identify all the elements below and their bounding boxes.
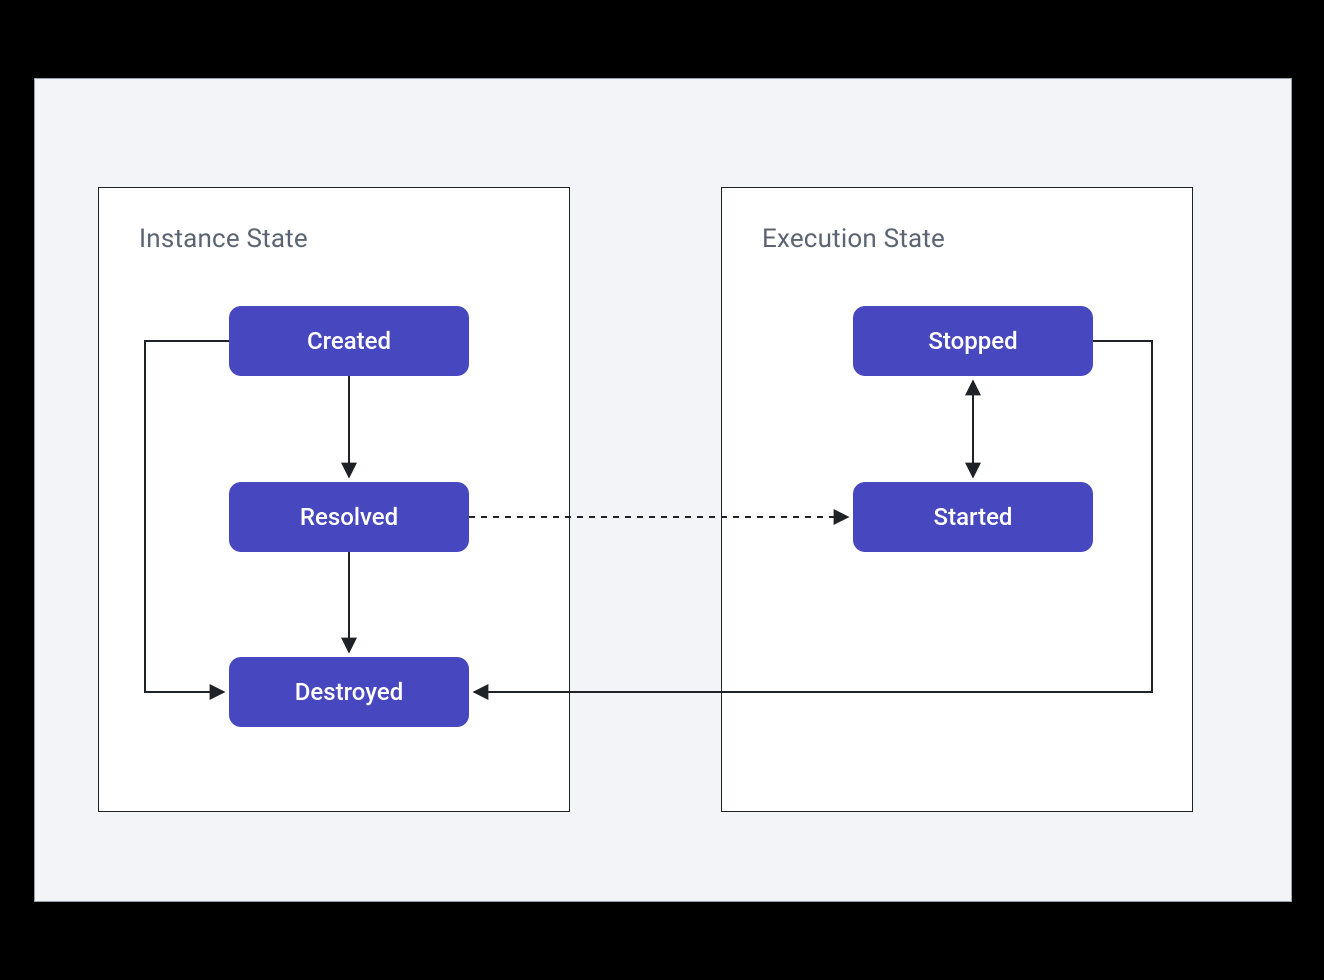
state-destroyed: Destroyed bbox=[229, 657, 469, 727]
state-stopped: Stopped bbox=[853, 306, 1093, 376]
state-created: Created bbox=[229, 306, 469, 376]
state-label: Destroyed bbox=[295, 678, 403, 706]
diagram-canvas: Instance State Execution State Created R… bbox=[34, 78, 1292, 902]
state-label: Started bbox=[934, 503, 1013, 531]
state-started: Started bbox=[853, 482, 1093, 552]
group-title-instance: Instance State bbox=[139, 224, 308, 254]
state-label: Created bbox=[307, 327, 391, 355]
state-label: Stopped bbox=[928, 327, 1017, 355]
state-label: Resolved bbox=[300, 503, 398, 531]
group-title-execution: Execution State bbox=[762, 224, 945, 254]
state-resolved: Resolved bbox=[229, 482, 469, 552]
